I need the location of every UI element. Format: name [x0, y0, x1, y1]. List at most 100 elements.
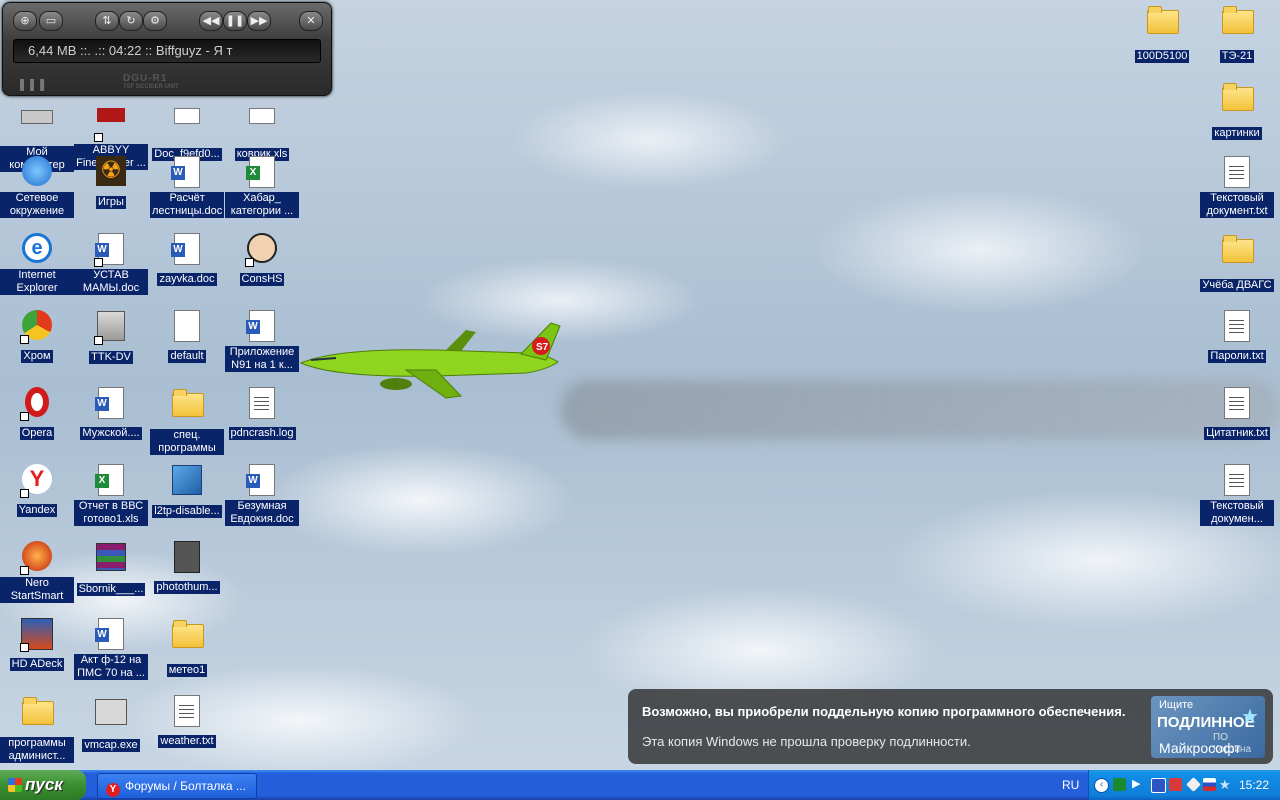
desktop-icon-paroli[interactable]: Пароли.txt [1200, 308, 1274, 364]
taskbar-button-yandex-forum[interactable]: Y Форумы / Болталка ... [97, 773, 257, 799]
language-indicator[interactable]: RU [1062, 770, 1079, 800]
chevron-left-icon[interactable]: ‹ [1094, 778, 1109, 793]
balloon-text: Эта копия Windows не прошла проверку под… [642, 734, 971, 749]
desktop-icon-network[interactable]: Сетевое окружение [0, 154, 74, 219]
genuine-warning-balloon[interactable]: Возможно, вы приобрели поддельную копию … [628, 689, 1273, 764]
camera-app-icon [94, 699, 128, 733]
chrome-icon [20, 310, 54, 344]
desktop-icon-nero[interactable]: Nero StartSmart [0, 539, 74, 604]
volume-bars-icon[interactable]: ❚❚❚ [17, 77, 47, 91]
text-file-icon [1220, 464, 1254, 498]
desktop-icon-l2tp[interactable]: l2tp-disable... [150, 462, 224, 519]
folder-icon [20, 697, 54, 735]
desktop-icon-otchet[interactable]: Отчет в ВВС готово1.xls [74, 462, 148, 527]
registry-file-icon [170, 465, 204, 499]
yandex-icon: Y [106, 783, 120, 797]
airplane-image: S7 [299, 322, 561, 399]
desktop-icon-citatnik[interactable]: Цитатник.txt [1200, 385, 1274, 441]
desktop-icon-ttk-dv[interactable]: TTK-DV [74, 308, 148, 365]
network-tray-icon[interactable] [1113, 778, 1126, 791]
system-tray: ‹ ▶ ★ 15:22 [1088, 770, 1280, 800]
shuffle-icon[interactable]: ⇅ [95, 11, 119, 31]
desktop-icon-photothum[interactable]: photothum... [150, 539, 224, 595]
desktop-icon-text-doc-1[interactable]: Текстовый документ.txt [1200, 154, 1274, 219]
word-document-icon [94, 387, 128, 421]
radiation-icon: ☢ [94, 156, 128, 190]
desktop-icon-100d5100[interactable]: 100D5100 [1125, 2, 1199, 64]
desktop-icon-meteo1[interactable]: метео1 [150, 616, 224, 678]
desktop-icon-chrome[interactable]: Хром [0, 308, 74, 364]
desktop-icon-raschet[interactable]: Расчёт лестницы.doc [150, 154, 225, 219]
desktop-icon-doc-f9efd0[interactable]: Doc_f9efd0... [150, 90, 224, 162]
forward-button[interactable]: ▶▶ [247, 11, 271, 31]
desktop-icon-te-21[interactable]: ТЭ-21 [1200, 2, 1274, 64]
desktop-icon-spec-programs[interactable]: спец. программы [150, 385, 224, 456]
desktop-icon-kovrik[interactable]: коврик.xls [225, 90, 299, 162]
desktop-icon-bezumnaya[interactable]: Безумная Евдокия.doc [225, 462, 299, 527]
desktop-icon-games[interactable]: ☢ Игры [74, 154, 148, 210]
folder-icon [1220, 83, 1254, 121]
media-player: ⊕ ▭ ⇅ ↻ ⚙ ◀◀ ❚❚ ▶▶ ✕ 6,44 MB ::. .:: 04:… [2, 2, 332, 96]
monitor-tray-icon[interactable] [1151, 778, 1166, 793]
desktop-icon-text-doc-2[interactable]: Текстовый докумен... [1200, 462, 1274, 527]
star-icon: ★ [1241, 706, 1259, 728]
desktop-icon-weather[interactable]: weather.txt [150, 693, 224, 749]
add-icon[interactable]: ⊕ [13, 11, 37, 31]
graduate-icon [245, 233, 279, 267]
winrar-archive-icon [94, 543, 128, 577]
repeat-icon[interactable]: ↻ [119, 11, 143, 31]
start-button[interactable]: пуск [0, 770, 86, 800]
document-icon [170, 108, 204, 142]
desktop-icon-kartinki[interactable]: картинки [1200, 79, 1274, 141]
computer-icon [20, 110, 54, 144]
word-document-icon [170, 156, 204, 190]
play-tray-icon[interactable]: ▶ [1132, 778, 1145, 791]
desktop-icon-programs-admin[interactable]: программы админист... [0, 693, 74, 764]
pause-button[interactable]: ❚❚ [223, 11, 247, 31]
via-audio-icon [20, 618, 54, 652]
opera-icon [20, 387, 54, 421]
folder-icon [1220, 235, 1254, 273]
desktop-icon-opera[interactable]: Opera [0, 385, 74, 441]
word-document-icon [245, 464, 279, 498]
contrail [560, 380, 1280, 440]
playlist-icon[interactable]: ▭ [39, 11, 63, 31]
word-document-icon [94, 233, 128, 267]
desktop-icon-prilozhenie[interactable]: Приложение N91 на 1 к... [225, 308, 299, 373]
excel-file-icon [245, 108, 279, 142]
desktop-icon-habar[interactable]: Хабар_ категории ... [225, 154, 299, 219]
desktop-icon-internet-explorer[interactable]: e Internet Explorer [0, 231, 74, 296]
desktop-icon-vmcap[interactable]: vmcap.exe [74, 693, 148, 753]
diamond-tray-icon[interactable] [1186, 777, 1201, 792]
recycle-bin-label[interactable]: Корзина [1213, 744, 1251, 755]
text-file-icon [1220, 310, 1254, 344]
desktop-icon-pdncrash[interactable]: pdncrash.log [225, 385, 299, 441]
track-display: 6,44 MB ::. .:: 04:22 :: Biffguyz - Я т [13, 39, 321, 63]
text-file-icon [1220, 387, 1254, 421]
rewind-button[interactable]: ◀◀ [199, 11, 223, 31]
text-file-icon [1220, 156, 1254, 190]
folder-icon [170, 389, 204, 427]
folder-icon [1220, 6, 1254, 44]
desktop-icon-muzhskoy[interactable]: Мужской.... [74, 385, 148, 441]
folder-icon [170, 620, 204, 658]
desktop-icon-ustav[interactable]: УСТАВ МАМЫ.doc [74, 231, 148, 296]
desktop-icon-akt[interactable]: Акт ф-12 на ПМС 70 на ... [74, 616, 148, 681]
windows-flag-icon [8, 778, 22, 792]
clock[interactable]: 15:22 [1239, 770, 1269, 800]
desktop-icon-sbornik[interactable]: Sbornik___... [74, 539, 148, 597]
word-document-icon [94, 618, 128, 652]
desktop-icon-ucheba[interactable]: Учёба ДВАГС [1200, 231, 1274, 293]
star-tray-icon[interactable]: ★ [1219, 778, 1232, 791]
desktop-icon-yandex[interactable]: Y Yandex [0, 462, 74, 518]
desktop-icon-zayvka[interactable]: zayvka.doc [150, 231, 224, 287]
excel-file-icon [245, 156, 279, 190]
settings-icon[interactable]: ⚙ [143, 11, 167, 31]
taskbar: пуск Y Форумы / Болталка ... RU ‹ ▶ ★ 15:… [0, 770, 1280, 800]
close-button[interactable]: ✕ [299, 11, 323, 31]
desktop-icon-hd-adeck[interactable]: HD ADeck [0, 616, 74, 672]
antivirus-tray-icon[interactable] [1169, 778, 1182, 791]
russia-flag-icon[interactable] [1203, 778, 1216, 791]
desktop-icon-default[interactable]: default [150, 308, 224, 364]
desktop-icon-conshs[interactable]: ConsHS [225, 231, 299, 287]
